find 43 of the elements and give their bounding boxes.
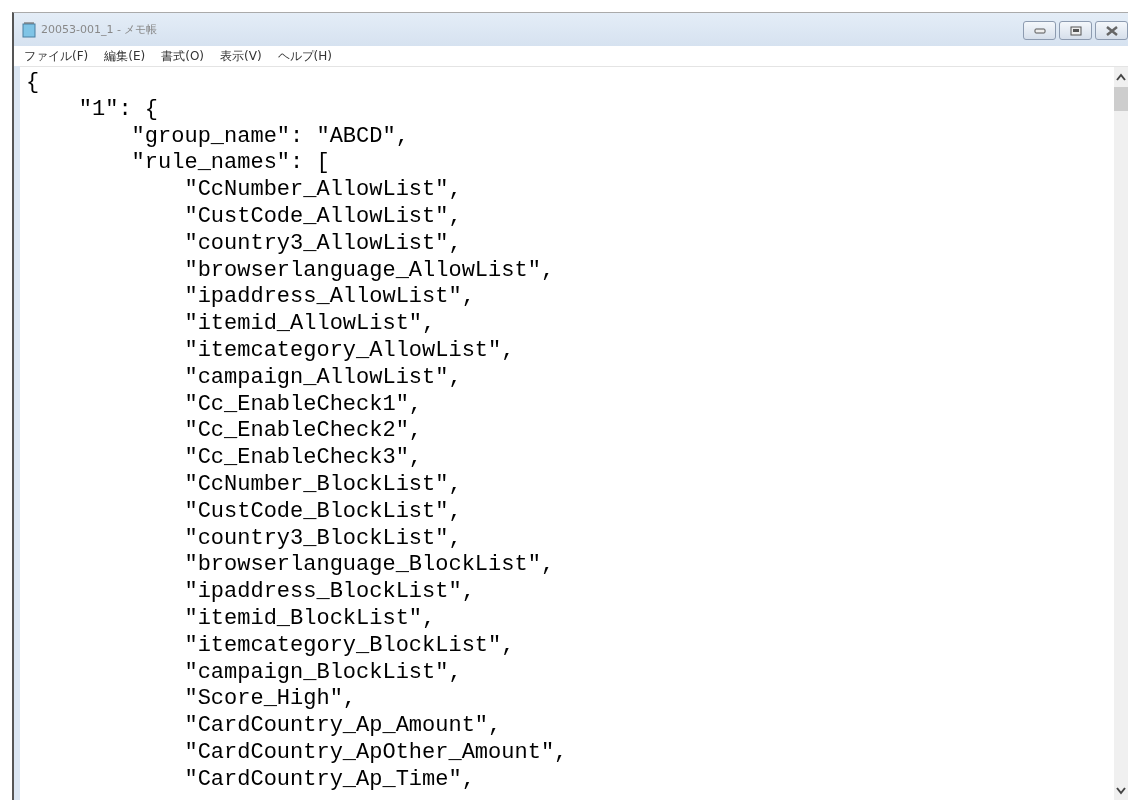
text-line: "CustCode_AllowList", <box>183 204 463 231</box>
menu-item[interactable]: 書式(O) <box>161 47 205 65</box>
text-line: "CcNumber_AllowList", <box>183 177 463 204</box>
menu-item[interactable]: 表示(V) <box>220 47 262 65</box>
text-line: "1": { <box>77 96 160 124</box>
text-line: "Score_High", <box>183 686 358 714</box>
text-line: "campaign_AllowList", <box>183 364 463 392</box>
text-line: "group_name": "ABCD", <box>130 123 410 151</box>
text-line: "itemid_AllowList", <box>183 311 437 338</box>
text-line: "ipaddress_AllowList", <box>183 284 476 312</box>
notepad-icon <box>22 21 36 38</box>
text-line: "country3_AllowList", <box>183 230 463 258</box>
scroll-down-icon[interactable] <box>1116 787 1126 795</box>
scroll-up-icon[interactable] <box>1116 73 1126 81</box>
text-line: "Cc_EnableCheck3", <box>183 445 424 472</box>
menu-item[interactable]: ヘルプ(H) <box>277 47 332 65</box>
scroll-thumb[interactable] <box>1114 87 1128 111</box>
menu-item[interactable]: 編集(E) <box>104 47 146 65</box>
minimize-icon <box>1033 27 1046 34</box>
text-line: "rule_names": [ <box>130 150 331 178</box>
text-line: { <box>26 70 41 97</box>
maximize-icon <box>1069 25 1082 36</box>
menu-item[interactable]: ファイル(F) <box>24 47 89 65</box>
text-line: "CustCode_BlockList", <box>183 498 463 526</box>
text-line: "Cc_EnableCheck2", <box>183 418 424 446</box>
text-line: "Cc_EnableCheck1", <box>183 391 424 419</box>
text-line: "country3_BlockList", <box>183 525 463 553</box>
text-line: "campaign_BlockList", <box>183 659 463 687</box>
text-line: "CardCountry_ApOther_Amount", <box>183 739 569 767</box>
close-button[interactable] <box>1095 21 1128 40</box>
text-line: "ipaddress_BlockList", <box>183 579 476 606</box>
window-title: 20053-001_1 - メモ帳 <box>41 22 158 37</box>
text-line: "itemid_BlockList", <box>183 605 437 633</box>
text-line: "CcNumber_BlockList", <box>183 471 463 499</box>
text-line: "CardCountry_Ap_Time", <box>183 766 476 794</box>
close-icon <box>1104 24 1119 37</box>
vertical-scrollbar[interactable] <box>1114 67 1128 800</box>
text-line: "browserlanguage_BlockList", <box>183 552 556 580</box>
text-line: "CardCountry_Ap_Amount", <box>183 713 503 740</box>
text-line: "browserlanguage_AllowList", <box>183 257 556 285</box>
text-line: "itemcategory_BlockList", <box>183 632 516 660</box>
maximize-button[interactable] <box>1059 21 1092 40</box>
text-line: "itemcategory_AllowList", <box>183 337 516 365</box>
